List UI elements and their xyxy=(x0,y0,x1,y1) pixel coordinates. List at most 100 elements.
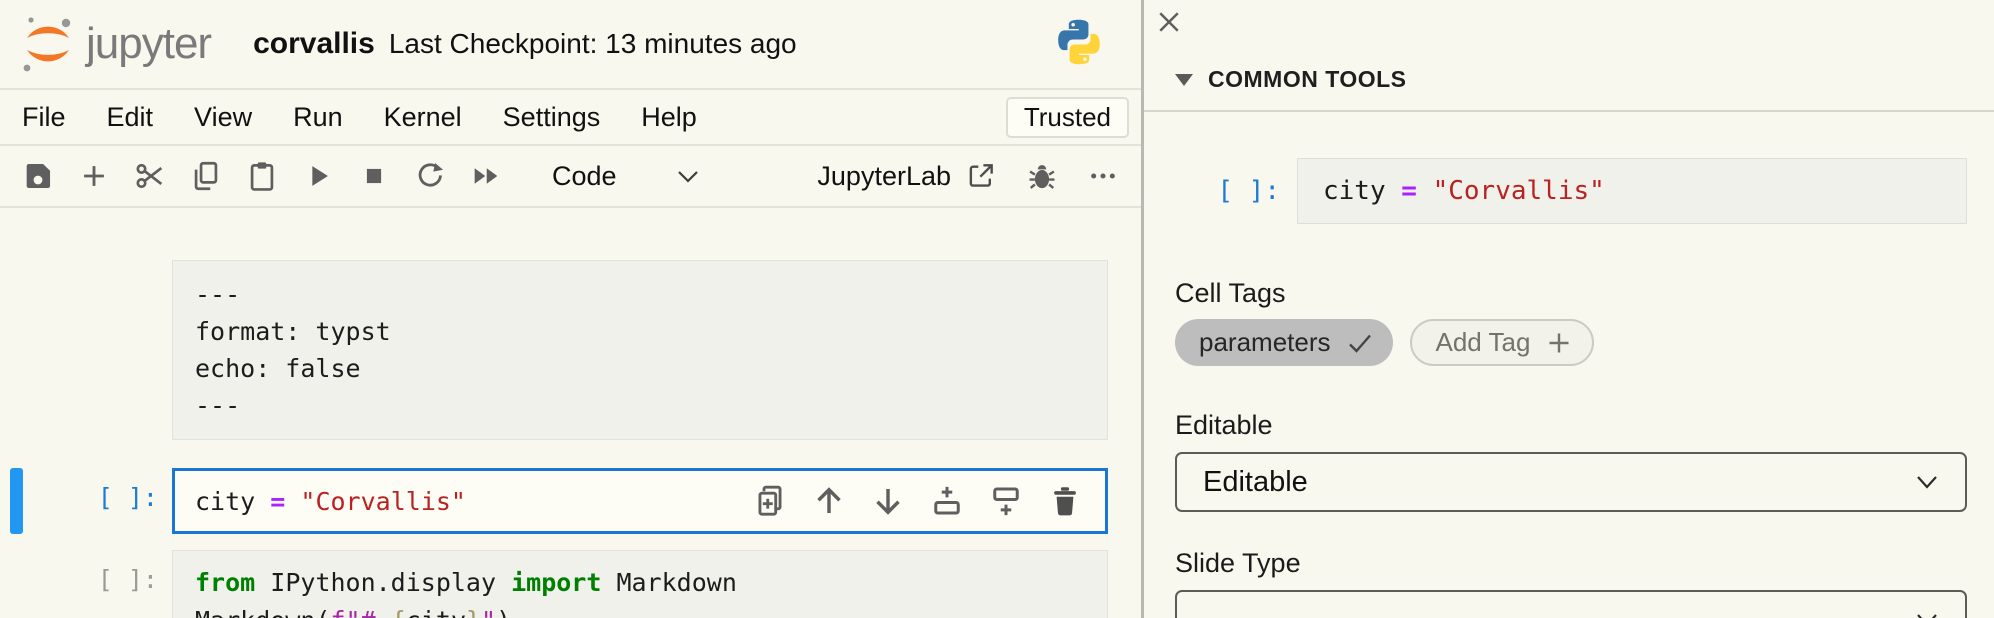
debugger-button[interactable] xyxy=(1025,159,1059,193)
editable-label: Editable xyxy=(1175,410,1994,441)
common-tools-section-header[interactable]: COMMON TOOLS xyxy=(1175,66,1994,93)
delete-cell-button[interactable] xyxy=(1047,483,1083,519)
jupyter-logo-text: jupyter xyxy=(86,19,211,69)
save-button[interactable] xyxy=(20,158,56,194)
python-logo-icon xyxy=(1053,16,1105,68)
move-cell-down-button[interactable] xyxy=(870,483,906,519)
interrupt-kernel-button[interactable] xyxy=(356,158,392,194)
cut-cells-button[interactable] xyxy=(132,158,168,194)
menu-help[interactable]: Help xyxy=(641,102,697,133)
menu-items: File Edit View Run Kernel Settings Help xyxy=(22,102,738,133)
restart-icon xyxy=(413,159,447,193)
external-link-icon[interactable] xyxy=(965,160,997,192)
jupyter-logo[interactable]: jupyter xyxy=(16,12,211,76)
section-title: COMMON TOOLS xyxy=(1208,66,1407,93)
add-tag-label: Add Tag xyxy=(1436,327,1531,358)
bug-icon xyxy=(1025,159,1059,193)
jupyter-app: jupyter corvallis Last Checkpoint: 13 mi… xyxy=(0,0,1994,618)
copy-icon xyxy=(189,159,223,193)
duplicate-cell-button[interactable] xyxy=(752,483,788,519)
tag-label: parameters xyxy=(1199,327,1331,358)
menubar: File Edit View Run Kernel Settings Help Truste… xyxy=(0,90,1141,146)
cell-code-selected: [ ]: city = "Corvallis" xyxy=(0,468,1141,534)
preview-code-line: city = "Corvallis" xyxy=(1323,176,1605,206)
cell-tags-label: Cell Tags xyxy=(1175,278,1994,309)
restart-run-all-button[interactable] xyxy=(468,158,504,194)
slide-type-select[interactable]: - xyxy=(1175,590,1967,618)
notebook-toolbar: Code JupyterLab xyxy=(0,146,1141,208)
slide-type-label: Slide Type xyxy=(1175,548,1994,579)
cell-type-dropdown[interactable]: Code xyxy=(552,161,617,192)
raw-line: --- xyxy=(195,276,1107,313)
editable-select[interactable]: Editable xyxy=(1175,452,1967,512)
tag-parameters[interactable]: parameters xyxy=(1175,319,1393,366)
move-cell-up-button[interactable] xyxy=(811,483,847,519)
menu-edit[interactable]: Edit xyxy=(107,102,154,133)
menu-settings[interactable]: Settings xyxy=(503,102,601,133)
cell-code: [ ]: from IPython.display import Markdow… xyxy=(0,550,1141,618)
chevron-down-icon xyxy=(675,167,701,185)
open-jupyterlab-link[interactable]: JupyterLab xyxy=(817,161,951,192)
insert-cell-below-button[interactable] xyxy=(988,483,1024,519)
plus-icon xyxy=(1546,330,1572,356)
close-icon xyxy=(1154,7,1184,37)
cell-selection-bar xyxy=(10,468,23,534)
code-line: city = "Corvallis" xyxy=(195,483,466,520)
code-line: from IPython.display import Markdown xyxy=(195,564,1107,602)
ellipsis-icon xyxy=(1087,160,1119,192)
notebook-header: jupyter corvallis Last Checkpoint: 13 mi… xyxy=(0,0,1141,90)
section-collapse-caret-icon xyxy=(1175,74,1193,86)
raw-line: echo: false xyxy=(195,350,1107,387)
cell-tags-row: parameters Add Tag xyxy=(1175,319,1994,366)
insert-cell-above-button[interactable] xyxy=(929,483,965,519)
editable-select-value: Editable xyxy=(1203,466,1308,499)
insert-below-icon xyxy=(988,483,1024,519)
slide-type-select-value: - xyxy=(1203,604,1213,618)
scissors-icon xyxy=(133,159,167,193)
plus-icon xyxy=(77,159,111,193)
section-divider xyxy=(1144,110,1994,112)
run-cell-button[interactable] xyxy=(300,158,336,194)
chevron-down-icon xyxy=(1913,473,1941,491)
cell-type-chevron[interactable] xyxy=(675,167,701,185)
paste-cells-button[interactable] xyxy=(244,158,280,194)
stop-icon xyxy=(357,159,391,193)
active-cell-preview: [ ]: city = "Corvallis" xyxy=(1175,158,1994,224)
cell-prompt: [ ]: xyxy=(0,468,172,534)
close-panel-button[interactable] xyxy=(1154,7,1184,37)
raw-cell-editor[interactable]: ---format: typstecho: false--- xyxy=(172,260,1108,440)
preview-prompt: [ ]: xyxy=(1175,176,1297,206)
menu-file[interactable]: File xyxy=(22,102,66,133)
notebook-area: jupyter corvallis Last Checkpoint: 13 mi… xyxy=(0,0,1141,618)
notebook-title[interactable]: corvallis xyxy=(253,27,375,61)
cell-prompt-empty xyxy=(0,260,172,440)
raw-line: --- xyxy=(195,387,1107,424)
menu-view[interactable]: View xyxy=(194,102,252,133)
cell-raw: ---format: typstecho: false--- xyxy=(0,260,1141,440)
trusted-badge[interactable]: Trusted xyxy=(1006,97,1129,138)
menu-run[interactable]: Run xyxy=(293,102,343,133)
preview-code-box: city = "Corvallis" xyxy=(1297,158,1967,224)
add-tag-button[interactable]: Add Tag xyxy=(1410,319,1595,366)
code-line: Markdown(f"# {city}") xyxy=(195,602,1107,618)
copy-cells-button[interactable] xyxy=(188,158,224,194)
property-inspector-panel: COMMON TOOLS [ ]: city = "Corvallis" Cel… xyxy=(1141,0,1994,618)
restart-kernel-button[interactable] xyxy=(412,158,448,194)
arrow-down-icon xyxy=(870,483,906,519)
jupyter-logo-icon xyxy=(16,12,80,76)
insert-cell-button[interactable] xyxy=(76,158,112,194)
python-kernel-icon[interactable] xyxy=(1053,16,1105,73)
code-cell-editor[interactable]: from IPython.display import Markdown Mar… xyxy=(172,550,1108,618)
check-icon xyxy=(1347,332,1373,354)
cell-hover-toolbar xyxy=(752,471,1083,531)
trash-icon xyxy=(1047,483,1083,519)
raw-line: format: typst xyxy=(195,313,1107,350)
external-link-icon-glyph xyxy=(965,160,997,192)
fast-forward-icon xyxy=(469,159,503,193)
code-cell-editor-selected[interactable]: city = "Corvallis" xyxy=(172,468,1108,534)
save-icon xyxy=(21,159,55,193)
more-commands-button[interactable] xyxy=(1087,160,1119,192)
duplicate-cell-icon xyxy=(752,483,788,519)
checkpoint-status: Last Checkpoint: 13 minutes ago xyxy=(389,28,797,60)
menu-kernel[interactable]: Kernel xyxy=(384,102,462,133)
